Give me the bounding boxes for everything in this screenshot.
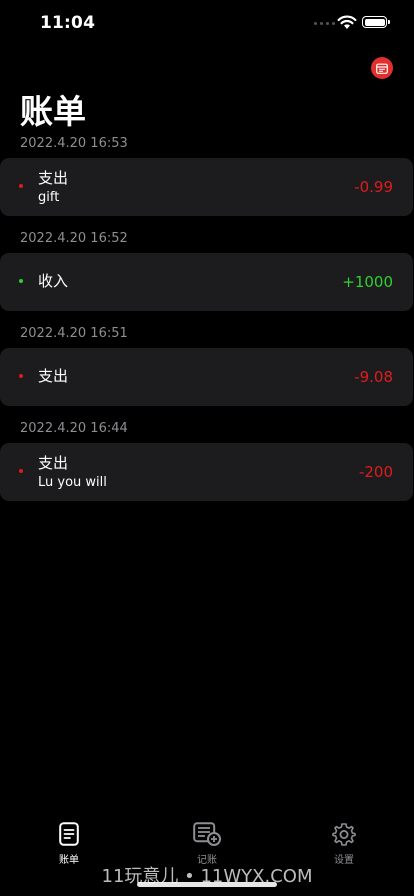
calendar-button[interactable] <box>371 57 393 79</box>
expense-dot-icon <box>19 374 23 378</box>
entry-timestamp: 2022.4.20 16:52 <box>20 231 128 246</box>
entry-timestamp: 2022.4.20 16:51 <box>20 326 128 341</box>
tab-bills[interactable]: 账单 <box>39 821 99 866</box>
entry-category: 支出 <box>38 454 69 472</box>
calendar-icon <box>376 63 388 74</box>
entry-amount: -9.08 <box>354 368 393 386</box>
cellular-signal-icon <box>314 22 335 25</box>
transaction-card[interactable]: 支出 Lu you will -200 <box>0 443 413 501</box>
entry-category: 支出 <box>38 367 69 385</box>
receipt-icon <box>59 822 79 846</box>
status-time: 11:04 <box>40 13 96 33</box>
transaction-card[interactable]: 收入 +1000 <box>0 253 413 311</box>
add-entry-icon <box>193 822 221 846</box>
gear-icon <box>332 823 356 846</box>
tab-settings[interactable]: 设置 <box>314 821 374 866</box>
expense-dot-icon <box>19 184 23 188</box>
entry-timestamp: 2022.4.20 16:53 <box>20 136 128 151</box>
expense-dot-icon <box>19 469 23 473</box>
wifi-icon <box>337 15 357 29</box>
transaction-card[interactable]: 支出 gift -0.99 <box>0 158 413 216</box>
entry-category: 收入 <box>38 272 69 290</box>
tab-record[interactable]: 记账 <box>177 821 237 866</box>
transaction-list: 2022.4.20 16:53 支出 gift -0.99 2022.4.20 … <box>0 133 414 501</box>
page-title: 账单 <box>20 92 86 131</box>
entry-note: Lu you will <box>38 475 107 490</box>
battery-icon <box>362 16 390 28</box>
income-dot-icon <box>19 279 23 283</box>
entry-amount: +1000 <box>342 273 393 291</box>
home-indicator <box>137 882 277 887</box>
entry-note: gift <box>38 190 60 205</box>
entry-amount: -200 <box>358 463 393 481</box>
entry-amount: -0.99 <box>354 178 393 196</box>
transaction-card[interactable]: 支出 -9.08 <box>0 348 413 406</box>
entry-category: 支出 <box>38 169 69 187</box>
status-bar: 11:04 <box>0 0 414 46</box>
entry-timestamp: 2022.4.20 16:44 <box>20 421 128 436</box>
